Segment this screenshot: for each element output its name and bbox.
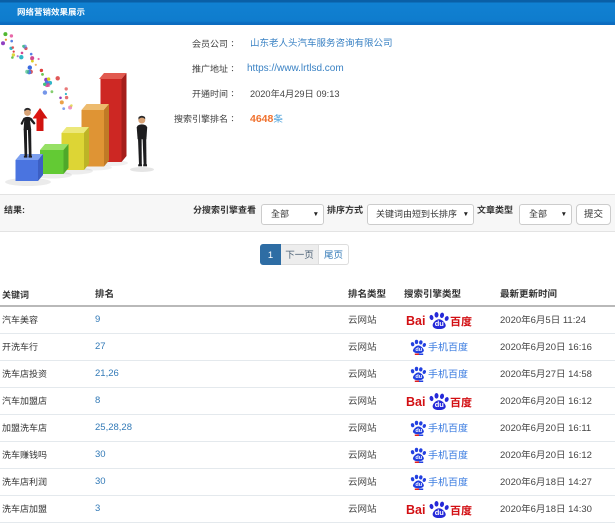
svg-text:du: du xyxy=(415,347,422,353)
svg-text:du: du xyxy=(435,508,445,517)
svg-text:百度: 百度 xyxy=(450,504,472,517)
svg-text:du: du xyxy=(435,400,445,409)
svg-text:手机百度: 手机百度 xyxy=(428,423,468,435)
svg-text:Bai: Bai xyxy=(406,395,425,409)
svg-text:手机百度: 手机百度 xyxy=(428,477,468,489)
svg-text:百度: 百度 xyxy=(450,396,472,409)
svg-text:手机百度: 手机百度 xyxy=(428,369,468,381)
svg-text:Bai: Bai xyxy=(406,503,425,517)
svg-text:du: du xyxy=(415,482,422,488)
svg-text:手机百度: 手机百度 xyxy=(428,450,468,462)
svg-text:du: du xyxy=(415,455,422,461)
svg-text:手机百度: 手机百度 xyxy=(428,342,468,354)
svg-text:百度: 百度 xyxy=(450,315,472,328)
svg-text:Bai: Bai xyxy=(406,314,425,328)
svg-text:du: du xyxy=(435,319,445,328)
svg-text:du: du xyxy=(415,428,422,434)
svg-text:du: du xyxy=(415,374,422,380)
